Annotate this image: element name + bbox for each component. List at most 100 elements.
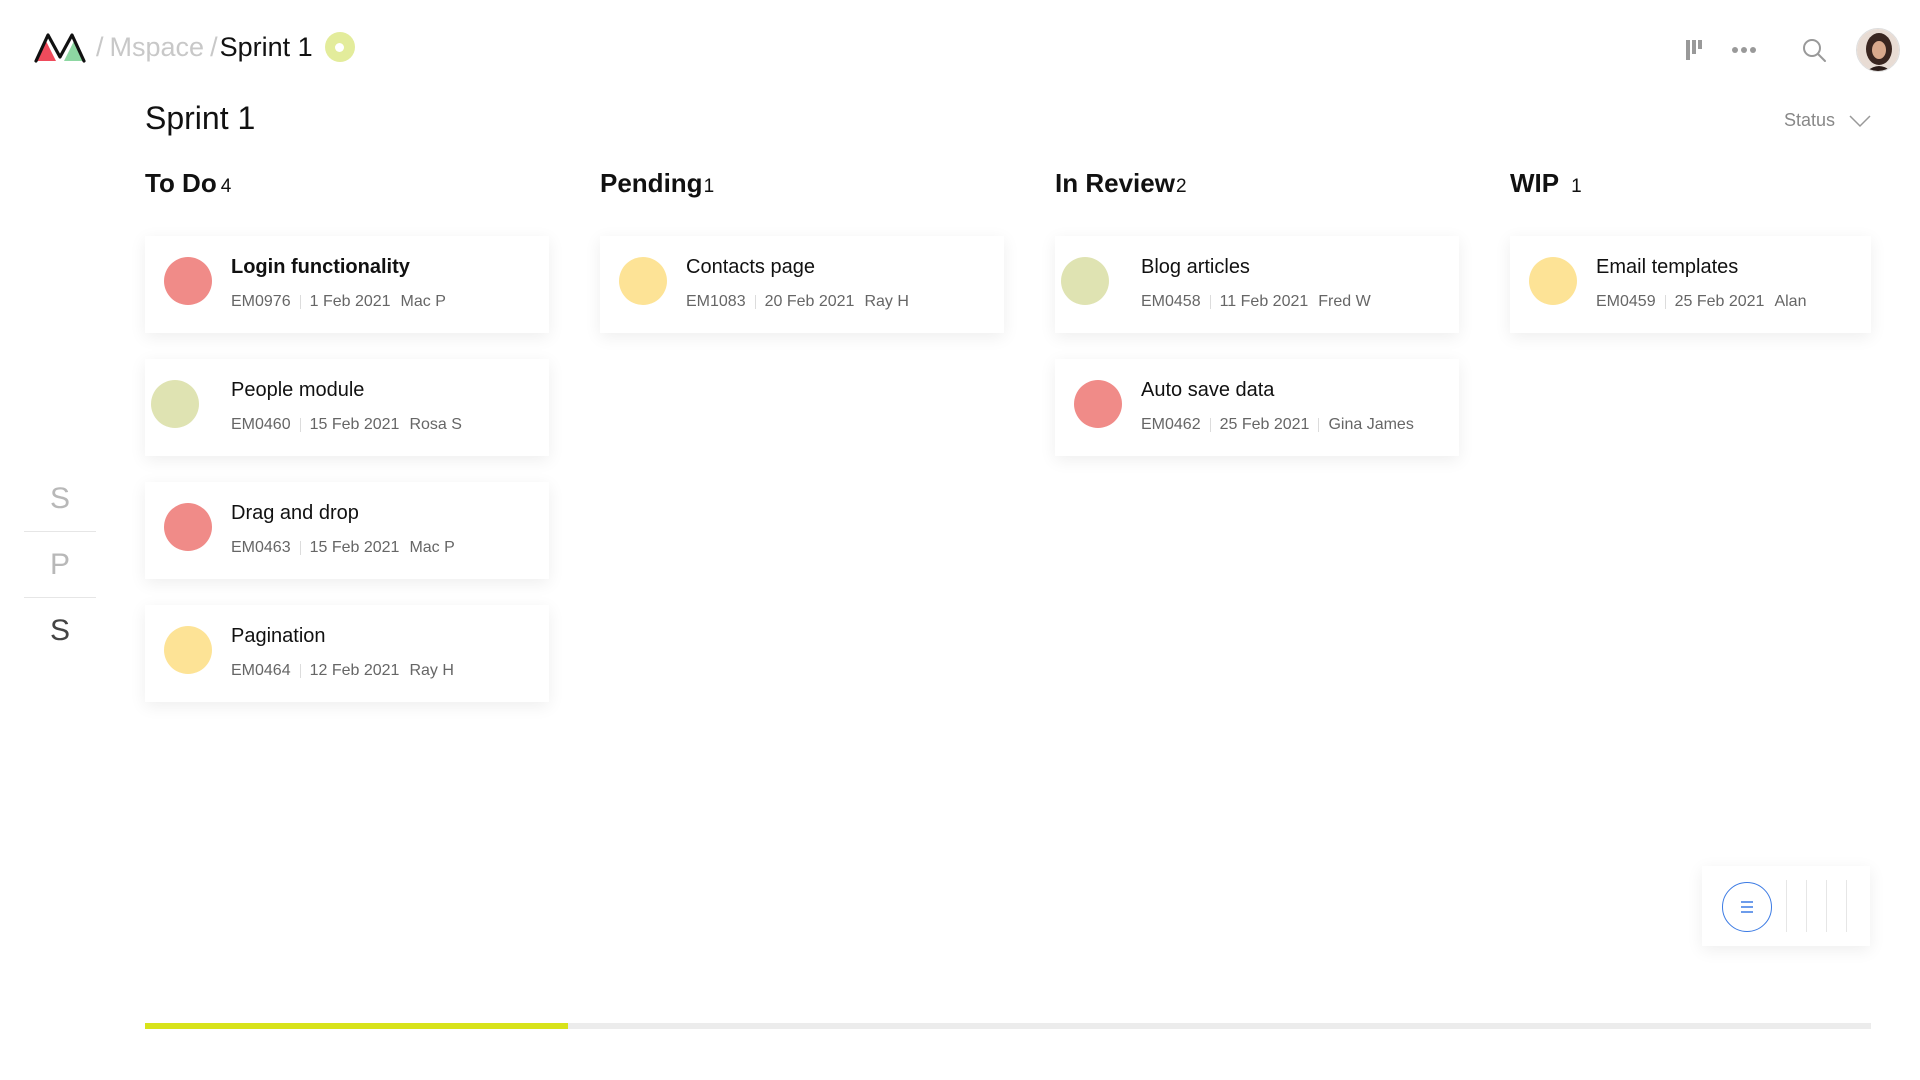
header-actions [1664, 28, 1900, 72]
breadcrumb-current: Sprint 1 [219, 32, 313, 62]
task-date: 1 Feb 2021 [309, 293, 391, 310]
task-meta: EM0463 15 Feb 2021 Mac P [231, 539, 455, 557]
task-title: People module [231, 379, 365, 401]
view-option[interactable] [1826, 880, 1827, 932]
column-wip: WIP 1 Email templates EM0459 25 Feb 2021… [1510, 168, 1871, 359]
task-meta: EM0459 25 Feb 2021 Alan [1596, 293, 1806, 311]
header: / Mspace / Sprint 1 [0, 0, 1920, 96]
task-date: 12 Feb 2021 [309, 662, 400, 679]
column-to-do: To Do 4 Login functionality EM0976 1 Feb… [145, 168, 549, 728]
rail-item[interactable]: S [24, 598, 96, 664]
status-filter-dropdown[interactable]: Status [1784, 110, 1871, 131]
task-id: EM0463 [231, 539, 291, 556]
task-meta: EM0976 1 Feb 2021 Mac P [231, 293, 446, 311]
column-count: 1 [1571, 176, 1582, 197]
view-option[interactable] [1786, 880, 1787, 932]
column-header: WIP 1 [1510, 168, 1871, 230]
column-count: 2 [1175, 176, 1187, 197]
left-rail: S P S [24, 466, 96, 664]
chevron-down-icon [1849, 114, 1871, 127]
list-view-icon [1741, 901, 1753, 913]
view-option[interactable] [1846, 880, 1847, 932]
breadcrumb: / Mspace / Sprint 1 [96, 30, 355, 64]
task-card[interactable]: Contacts page EM1083 20 Feb 2021 Ray H [600, 236, 1004, 333]
column-title: To Do [145, 168, 217, 198]
task-date: 25 Feb 2021 [1219, 416, 1310, 433]
board-view-icon[interactable] [1674, 30, 1714, 70]
task-assignee: Rosa S [409, 416, 462, 433]
breadcrumb-separator: / [96, 32, 104, 62]
task-title: Blog articles [1141, 256, 1250, 278]
task-date: 11 Feb 2021 [1219, 293, 1309, 310]
priority-indicator [164, 626, 212, 674]
task-assignee: Mac P [400, 293, 446, 310]
priority-indicator [619, 257, 667, 305]
sprint-progress-fill [145, 1023, 568, 1029]
task-id: EM1083 [686, 293, 746, 310]
column-count: 1 [703, 176, 715, 197]
task-assignee: Gina James [1328, 416, 1414, 433]
task-card[interactable]: Drag and drop EM0463 15 Feb 2021 Mac P [145, 482, 549, 579]
task-meta: EM0460 15 Feb 2021 Rosa S [231, 416, 462, 434]
task-id: EM0459 [1596, 293, 1656, 310]
task-id: EM0460 [231, 416, 291, 433]
column-count: 4 [220, 176, 232, 197]
task-id: EM0458 [1141, 293, 1201, 310]
breadcrumb-separator: / [210, 32, 218, 62]
task-meta: EM0462 25 Feb 2021 Gina James [1141, 416, 1414, 434]
task-date: 25 Feb 2021 [1674, 293, 1765, 310]
task-assignee: Ray H [864, 293, 909, 310]
priority-indicator [164, 257, 212, 305]
column-pending: Pending 1 Contacts page EM1083 20 Feb 20… [600, 168, 1004, 359]
sprint-status-icon[interactable] [324, 32, 355, 62]
priority-indicator [1061, 257, 1109, 305]
task-meta: EM0464 12 Feb 2021 Ray H [231, 662, 454, 680]
task-date: 15 Feb 2021 [309, 539, 400, 556]
column-header: In Review 2 [1055, 168, 1459, 230]
task-date: 20 Feb 2021 [764, 293, 855, 310]
priority-indicator [151, 380, 199, 428]
column-header: To Do 4 [145, 168, 549, 230]
task-assignee: Alan [1774, 293, 1807, 310]
rail-item[interactable]: P [24, 532, 96, 598]
task-title: Contacts page [686, 256, 815, 278]
priority-indicator [1074, 380, 1122, 428]
logo-icon[interactable] [34, 30, 86, 64]
task-date: 15 Feb 2021 [309, 416, 400, 433]
more-icon[interactable] [1724, 30, 1764, 70]
breadcrumb-workspace[interactable]: Mspace [110, 30, 205, 64]
task-assignee: Mac P [409, 539, 455, 556]
status-filter-label: Status [1784, 110, 1836, 130]
page-title: Sprint 1 [145, 100, 256, 136]
task-meta: EM0458 11 Feb 2021 Fred W [1141, 293, 1371, 311]
task-title: Auto save data [1141, 379, 1275, 401]
column-title: In Review [1055, 168, 1175, 198]
task-meta: EM1083 20 Feb 2021 Ray H [686, 293, 909, 311]
list-view-button[interactable] [1722, 882, 1772, 932]
task-card[interactable]: Email templates EM0459 25 Feb 2021 Alan [1510, 236, 1871, 333]
column-in-review: In Review 2 Blog articles EM0458 11 Feb … [1055, 168, 1459, 482]
task-card[interactable]: Pagination EM0464 12 Feb 2021 Ray H [145, 605, 549, 702]
view-switcher [1702, 866, 1870, 946]
column-title: WIP [1510, 168, 1560, 198]
task-assignee: Fred W [1318, 293, 1371, 310]
sprint-progress-bar [145, 1023, 1871, 1029]
priority-indicator [1529, 257, 1577, 305]
avatar[interactable] [1856, 28, 1900, 72]
task-card[interactable]: Blog articles EM0458 11 Feb 2021 Fred W [1055, 236, 1459, 333]
task-title: Login functionality [231, 256, 410, 278]
task-card[interactable]: Login functionality EM0976 1 Feb 2021 Ma… [145, 236, 549, 333]
task-assignee: Ray H [409, 662, 454, 679]
task-id: EM0976 [231, 293, 291, 310]
search-icon[interactable] [1794, 30, 1834, 70]
task-title: Pagination [231, 625, 326, 647]
priority-indicator [164, 503, 212, 551]
rail-item[interactable]: S [24, 466, 96, 532]
task-title: Email templates [1596, 256, 1739, 278]
column-header: Pending 1 [600, 168, 1004, 230]
view-option[interactable] [1806, 880, 1807, 932]
task-card[interactable]: Auto save data EM0462 25 Feb 2021 Gina J… [1055, 359, 1459, 456]
column-title: Pending [600, 168, 703, 198]
task-card[interactable]: People module EM0460 15 Feb 2021 Rosa S [145, 359, 549, 456]
task-id: EM0464 [231, 662, 291, 679]
